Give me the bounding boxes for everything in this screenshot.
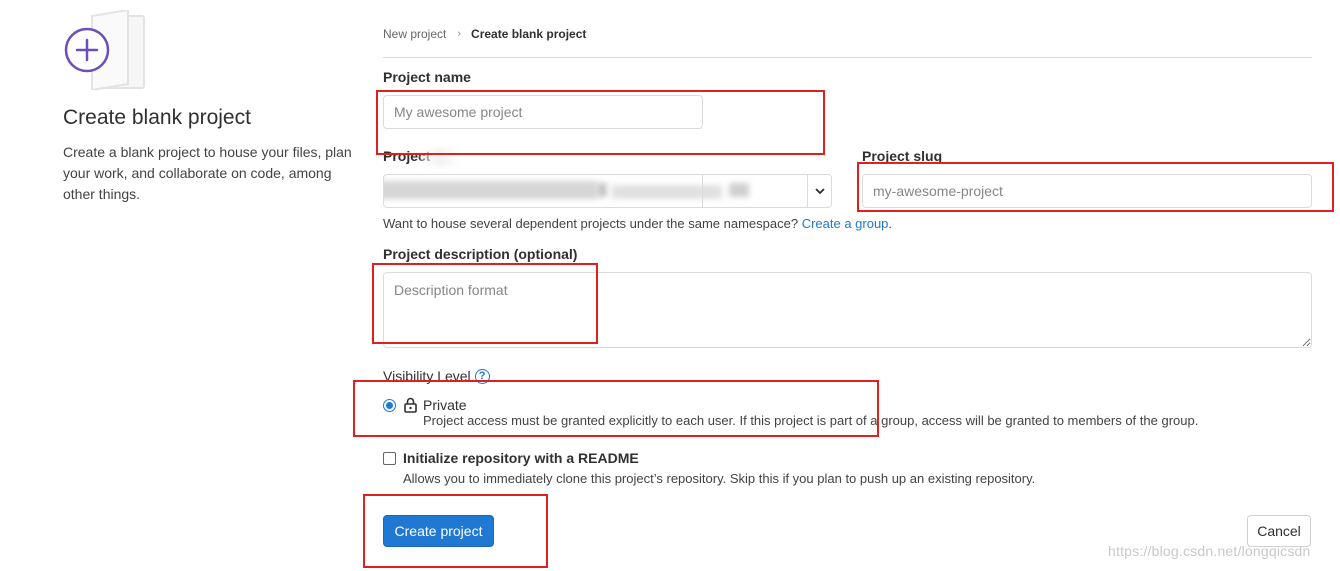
breadcrumb-new-project-link[interactable]: New project	[383, 27, 446, 41]
namespace-help: Want to house several dependent projects…	[383, 216, 893, 231]
visibility-private-radio[interactable]	[383, 399, 396, 412]
visibility-private-description: Project access must be granted explicitl…	[423, 413, 1199, 428]
question-circle-icon[interactable]: ?	[474, 368, 490, 384]
create-group-link[interactable]: Create a group	[802, 216, 889, 231]
blurred-region	[420, 148, 460, 166]
breadcrumb-current: Create blank project	[471, 27, 587, 41]
page-description: Create a blank project to house your fil…	[63, 144, 352, 202]
project-description-label: Project description (optional)	[383, 246, 578, 262]
blank-project-illustration	[64, 10, 145, 90]
breadcrumb: New project › Create blank project	[383, 27, 586, 41]
project-name-label: Project name	[383, 69, 471, 85]
readme-description: Allows you to immediately clone this pro…	[403, 471, 1036, 486]
project-slug-input[interactable]	[862, 174, 1312, 208]
header-divider	[383, 57, 1312, 58]
create-project-button[interactable]: Create project	[383, 515, 494, 547]
visibility-level-label: Visibility Level ?	[383, 368, 490, 384]
watermark: https://blog.csdn.net/longqicsdn	[1108, 543, 1311, 559]
page-title: Create blank project	[63, 106, 251, 129]
visibility-private-label: Private	[423, 397, 467, 413]
project-description-textarea[interactable]	[383, 272, 1312, 348]
lock-icon	[404, 397, 417, 413]
readme-checkbox[interactable]	[383, 452, 396, 465]
project-name-input[interactable]	[383, 95, 703, 129]
project-namespace-select[interactable]	[383, 174, 832, 208]
readme-label: Initialize repository with a README	[403, 450, 639, 466]
project-slug-label: Project slug	[862, 148, 943, 164]
radio-selected-dot	[386, 402, 393, 409]
chevron-right-icon: ›	[457, 28, 462, 40]
chevron-down-icon[interactable]	[807, 175, 831, 207]
